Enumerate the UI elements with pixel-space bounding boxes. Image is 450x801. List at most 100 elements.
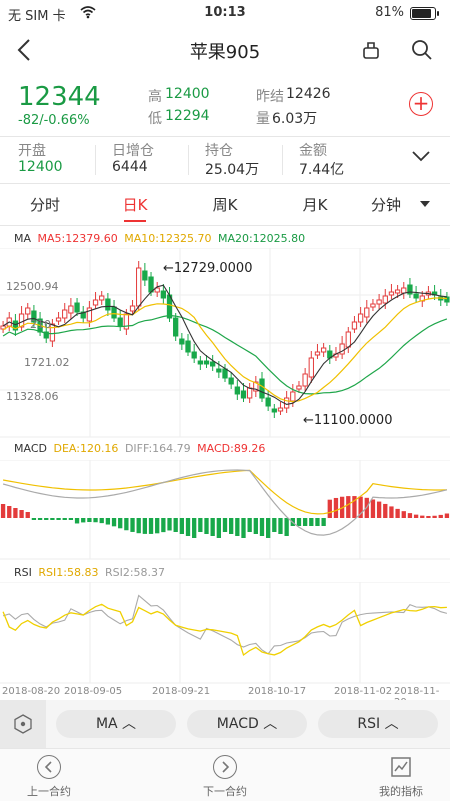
- macd-bar: [13, 508, 18, 518]
- tab-minute[interactable]: 分钟: [356, 194, 416, 215]
- tab-weekly-k[interactable]: 周K: [180, 194, 270, 215]
- candle: [216, 368, 222, 373]
- candle: [308, 357, 314, 378]
- divider: [282, 145, 283, 175]
- macd-bar: [0, 504, 6, 518]
- macd-legend: MACD DEA:120.16 DIFF:164.79 MACD:89.26: [14, 442, 265, 455]
- kline-chart[interactable]: 12500.94 210 1721.02 11328.06 ←12729.000…: [0, 248, 450, 438]
- macd-bar: [284, 518, 289, 536]
- divider: [0, 136, 450, 137]
- candle: [302, 373, 308, 387]
- candle: [111, 306, 117, 319]
- add-watchlist-icon[interactable]: +: [409, 92, 433, 116]
- candle: [210, 361, 216, 367]
- candle: [92, 299, 99, 306]
- tab-monthly-k[interactable]: 月K: [270, 194, 360, 215]
- macd-label: MACD: [14, 442, 47, 455]
- date-axis: 2018-08-20 2018-09-05 2018-09-21 2018-10…: [0, 686, 450, 708]
- chevron-up-icon: ︿: [258, 716, 278, 732]
- macd-bar: [327, 499, 332, 518]
- search-icon[interactable]: [410, 38, 434, 62]
- candle: [339, 343, 345, 355]
- candle: [142, 270, 148, 281]
- open-value: 12400: [18, 159, 63, 175]
- open-label: 开盘: [18, 143, 46, 159]
- date-label: 2018-08-20: [2, 686, 61, 697]
- battery-percent: 81%: [375, 5, 404, 20]
- chevron-left-icon: [37, 755, 61, 779]
- rsi-chart[interactable]: [0, 582, 450, 684]
- tab-timeshare[interactable]: 分时: [0, 194, 90, 215]
- macd-bar: [68, 518, 74, 520]
- caret-down-icon[interactable]: [420, 200, 430, 208]
- candle: [105, 298, 111, 311]
- volume-value: 6.03万: [272, 111, 318, 127]
- volume-label: 量: [256, 111, 270, 127]
- macd-bar: [37, 518, 43, 520]
- macd-bar: [198, 518, 203, 532]
- low-value: 12294: [165, 108, 210, 124]
- candle: [394, 289, 401, 294]
- macd-indicator-button[interactable]: MACD ︿: [187, 710, 307, 738]
- macd-bar: [93, 518, 98, 523]
- candle: [320, 347, 327, 353]
- macd-bar: [118, 518, 123, 529]
- candle: [136, 267, 142, 307]
- indicator-settings[interactable]: [0, 700, 46, 748]
- macd-bar: [376, 501, 382, 518]
- chevron-up-icon: ︿: [117, 716, 137, 732]
- macd-bar: [25, 512, 30, 518]
- macd-bar: [265, 518, 271, 538]
- ma10-value: MA10:12325.70: [124, 232, 212, 245]
- candle: [74, 302, 80, 313]
- prev-contract-button[interactable]: 上一合约: [0, 753, 104, 799]
- prev-contract-label: 上一合约: [27, 785, 71, 798]
- oi-label: 持仓: [205, 143, 233, 159]
- chart-doc-icon: [391, 757, 411, 777]
- indicator-bar: MA ︿ MACD ︿ RSI ︿: [0, 700, 450, 748]
- macd-bar: [222, 518, 228, 532]
- macd-bar: [155, 518, 160, 534]
- candle: [173, 317, 179, 337]
- oi-value: 25.04万: [205, 162, 260, 178]
- macd-bar: [167, 518, 172, 531]
- macd-bar: [370, 499, 376, 518]
- candle: [185, 340, 191, 353]
- macd-chart[interactable]: [0, 460, 450, 560]
- my-indicators-button[interactable]: 我的指标: [346, 753, 450, 799]
- dea-value: DEA:120.16: [53, 442, 119, 455]
- candle: [203, 360, 210, 365]
- next-contract-button[interactable]: 下一合约: [170, 753, 280, 799]
- macd-bar: [432, 515, 437, 518]
- macd-bar: [438, 514, 443, 518]
- chevron-down-icon[interactable]: [410, 148, 432, 164]
- macd-bar: [179, 518, 185, 534]
- macd-bar: [241, 518, 246, 538]
- last-price: 12344: [18, 82, 101, 112]
- tab-daily-k[interactable]: 日K: [90, 194, 180, 222]
- prev-settle-value: 12426: [286, 86, 331, 102]
- divider: [0, 225, 450, 226]
- macd-bar: [192, 518, 197, 538]
- my-indicators-label: 我的指标: [379, 785, 423, 798]
- macd-bar: [148, 518, 154, 534]
- candle: [197, 360, 204, 365]
- ma-indicator-button[interactable]: MA ︿: [56, 710, 176, 738]
- macd-bar: [124, 518, 129, 531]
- candle: [296, 385, 302, 390]
- candle: [277, 407, 284, 412]
- candle: [351, 321, 358, 330]
- macd-bar: [229, 518, 234, 534]
- y-tick-label-partial: 1721.02: [24, 356, 70, 369]
- amount-value: 7.44亿: [299, 162, 345, 178]
- battery-icon: [410, 7, 439, 20]
- candle: [382, 295, 388, 304]
- candle: [222, 368, 228, 379]
- rsi-indicator-button[interactable]: RSI ︿: [318, 710, 438, 738]
- candle: [265, 397, 271, 407]
- candle: [179, 338, 185, 345]
- y-tick-label: 12500.94: [6, 280, 59, 293]
- macd-bar: [142, 518, 148, 534]
- share-icon[interactable]: [360, 39, 382, 61]
- candle: [160, 290, 167, 299]
